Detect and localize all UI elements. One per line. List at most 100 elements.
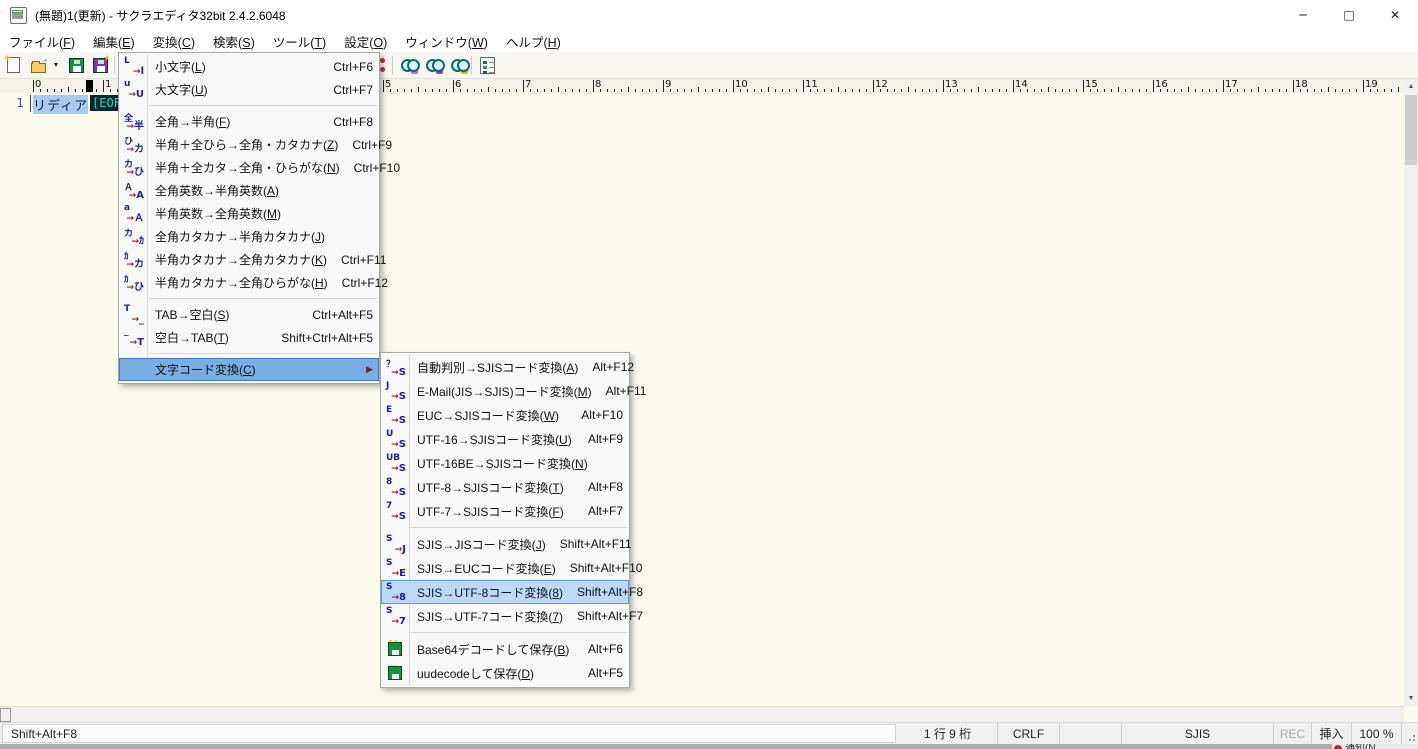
convert-glyph-icon: S →7 — [386, 605, 406, 627]
search-icon[interactable] — [397, 54, 420, 76]
title-bar: (無題)1(更新) - サクラエディタ32bit 2.4.2.6048 ─ □ … — [0, 0, 1418, 30]
convert-glyph-icon: 7 →S — [386, 500, 406, 522]
menubar-item[interactable]: ウィンドウ(W) — [396, 30, 497, 53]
convert-glyph-icon: カ →ひ — [124, 160, 144, 178]
new-document-icon[interactable]: ✦ — [2, 53, 24, 76]
menu-item[interactable]: L →l 小文字(L) Ctrl+F6 — [119, 55, 379, 78]
search-next-icon[interactable] — [422, 54, 445, 76]
app-icon — [10, 6, 27, 24]
menubar-item[interactable]: 変換(C) — [144, 30, 204, 53]
toolbar-separator — [392, 56, 393, 74]
resize-grip[interactable] — [1402, 723, 1418, 744]
ruler-caret-marker — [86, 80, 93, 92]
replace-icon[interactable] — [447, 54, 470, 76]
maximize-button[interactable]: □ — [1326, 0, 1372, 30]
minimize-button[interactable]: ─ — [1280, 0, 1326, 30]
menu-item[interactable]: T →_ TAB→空白(S) Ctrl+Alt+F5 — [119, 303, 379, 326]
status-eol-type[interactable]: CRLF — [998, 723, 1060, 744]
status-encoding[interactable]: SJIS — [1122, 723, 1274, 744]
convert-glyph-icon: ひ →カ — [124, 137, 144, 155]
menu-item[interactable]: 文字コード変換(C) ▶ — [119, 358, 379, 381]
convert-glyph-icon: Ａ →A — [124, 183, 144, 201]
convert-glyph-icon: UB →S — [386, 452, 406, 474]
convert-glyph-icon: J →S — [386, 380, 406, 402]
menu-item[interactable]: カ →ひ 半角＋全カタ→全角・ひらがな(N) Ctrl+F10 — [119, 156, 400, 179]
charcode-convert-submenu: ？ →S 自動判別→SJISコード変換(A) Alt+F12 J →S E-Mail(JIS… — [380, 352, 646, 688]
gutter-separator — [30, 95, 31, 112]
vertical-scrollbar[interactable]: ▲ ▼ — [1404, 79, 1418, 706]
vertical-scrollbar-thumb[interactable] — [1405, 95, 1417, 165]
menu-item[interactable]: UB →S UTF-16BE→SJISコード変換(N) — [381, 451, 629, 475]
convert-glyph-icon: S →J — [386, 533, 406, 555]
scroll-down-icon[interactable]: ▼ — [1404, 691, 1418, 706]
convert-glyph-icon: L →l — [124, 56, 144, 77]
menu-item[interactable]: E →S EUC→SJISコード変換(W) Alt+F10 — [381, 403, 629, 427]
close-button[interactable]: ✕ — [1372, 0, 1418, 30]
toolbar-separator — [114, 56, 115, 74]
menu-item[interactable]: u →U 大文字(U) Ctrl+F7 — [119, 78, 379, 101]
status-insert-mode[interactable]: 挿入 — [1312, 723, 1352, 744]
convert-glyph-icon: ？ →S — [386, 359, 406, 378]
convert-glyph-icon: ｶ →ひ — [124, 275, 144, 293]
menu-item[interactable]: S →E SJIS→EUCコード変換(E) Shift+Alt+F10 — [381, 556, 642, 580]
submenu-arrow-icon: ▶ — [366, 364, 373, 374]
convert-glyph-icon: 8 →S — [386, 476, 406, 498]
outline-analysis-icon[interactable] — [476, 54, 498, 76]
window-title: (無題)1(更新) - サクラエディタ32bit 2.4.2.6048 — [35, 8, 286, 23]
menu-bar: ファイル(F) 編集(E) 変換(C) 検索(S) ツール(T) 設定(O) ウィンドウ(W… — [0, 30, 1418, 52]
menubar-item[interactable]: 編集(E) — [84, 30, 144, 53]
floppy-save-icon: uu — [383, 663, 409, 683]
menu-item[interactable]: ？ →S 自動判別→SJISコード変換(A) Alt+F12 — [381, 355, 634, 379]
menu-item[interactable]: 全 →半 全角→半角(F) Ctrl+F8 — [119, 110, 379, 133]
menu-separator — [411, 527, 627, 528]
notification-sliver: 通知(N — [1332, 744, 1418, 749]
menu-item[interactable]: S →J SJIS→JISコード変換(J) Shift+Alt+F11 — [381, 532, 632, 556]
convert-glyph-icon: T →_ — [124, 304, 144, 325]
menubar-item[interactable]: ツール(T) — [264, 30, 335, 53]
horizontal-scrollbar-box[interactable] — [0, 708, 11, 722]
menu-item[interactable]: Ａ →A 全角英数→半角英数(A) — [119, 179, 379, 202]
menu-item[interactable]: S →7 SJIS→UTF-7コード変換(7) Shift+Alt+F7 — [381, 604, 643, 628]
menu-item[interactable]: ｶ →カ 半角カタカナ→全角カタカナ(K) Ctrl+F11 — [119, 248, 386, 271]
menu-item[interactable]: 7 →S UTF-7→SJISコード変換(F) Alt+F7 — [381, 499, 629, 523]
open-dropdown-icon[interactable]: ▼ — [50, 54, 62, 76]
status-bar: Shift+Alt+F8 1 行 9 桁 CRLF SJIS REC 挿入 100 % — [0, 722, 1418, 744]
menu-item[interactable]: uuuudecodeして保存(D)Alt+F5 — [381, 661, 629, 685]
menubar-item[interactable]: ファイル(F) — [0, 30, 84, 53]
status-shortcut: Shift+Alt+F8 — [2, 724, 896, 743]
menu-item[interactable]: a →Ａ 半角英数→全角英数(M) — [119, 202, 379, 225]
notification-text: 通知(N — [1345, 744, 1376, 749]
convert-glyph-icon: 全 →半 — [124, 114, 144, 132]
menu-item[interactable]: 64Base64デコードして保存(B)Alt+F6 — [381, 637, 629, 661]
menu-item[interactable]: ひ →カ 半角＋全ひら→全角・カタカナ(Z) Ctrl+F9 — [119, 133, 392, 156]
menu-item[interactable]: _ →T 空白→TAB(T) Shift+Ctrl+Alt+F5 — [119, 326, 379, 349]
window-controls: ─ □ ✕ — [1280, 0, 1418, 30]
menu-item[interactable]: U →S UTF-16→SJISコード変換(U) Alt+F9 — [381, 427, 629, 451]
menu-item[interactable]: S →8 SJIS→UTF-8コード変換(8) Shift+Alt+F8 — [381, 580, 643, 604]
convert-glyph-icon: カ →ｶ — [124, 229, 144, 247]
sakura-editor-window: (無題)1(更新) - サクラエディタ32bit 2.4.2.6048 ─ □ … — [0, 0, 1418, 749]
menubar-item[interactable]: 検索(S) — [204, 30, 264, 53]
status-cursor-position: 1 行 9 桁 — [898, 723, 998, 744]
open-file-icon[interactable]: → — [27, 53, 50, 76]
ruler-corner — [0, 79, 31, 93]
scroll-up-icon[interactable]: ▲ — [1404, 79, 1418, 94]
menu-item[interactable]: J →S E-Mail(JIS→SJIS)コード変換(M) Alt+F11 — [381, 379, 646, 403]
status-empty — [1060, 723, 1122, 744]
convert-glyph-icon: S →E — [386, 557, 406, 579]
menu-separator — [149, 298, 377, 299]
menu-item[interactable]: 8 →S UTF-8→SJISコード変換(T) Alt+F8 — [381, 475, 629, 499]
notification-error-icon — [1334, 745, 1342, 749]
convert-glyph-icon: S →8 — [386, 581, 406, 603]
convert-glyph-icon: U →S — [386, 428, 406, 450]
horizontal-scrollbar[interactable] — [0, 706, 1404, 722]
menubar-item[interactable]: ヘルプ(H) — [497, 30, 570, 53]
status-zoom[interactable]: 100 % — [1352, 723, 1402, 744]
menu-item[interactable]: ｶ →ひ 半角カタカナ→全角ひらがな(H) Ctrl+F12 — [119, 271, 388, 294]
save-all-icon[interactable]: ✦ — [89, 53, 111, 76]
menu-item[interactable]: カ →ｶ 全角カタカナ→半角カタカナ(J) — [119, 225, 379, 248]
status-rec: REC — [1274, 723, 1312, 744]
menu-separator — [411, 632, 627, 633]
save-icon[interactable] — [65, 54, 87, 76]
menubar-item[interactable]: 設定(O) — [335, 30, 396, 53]
